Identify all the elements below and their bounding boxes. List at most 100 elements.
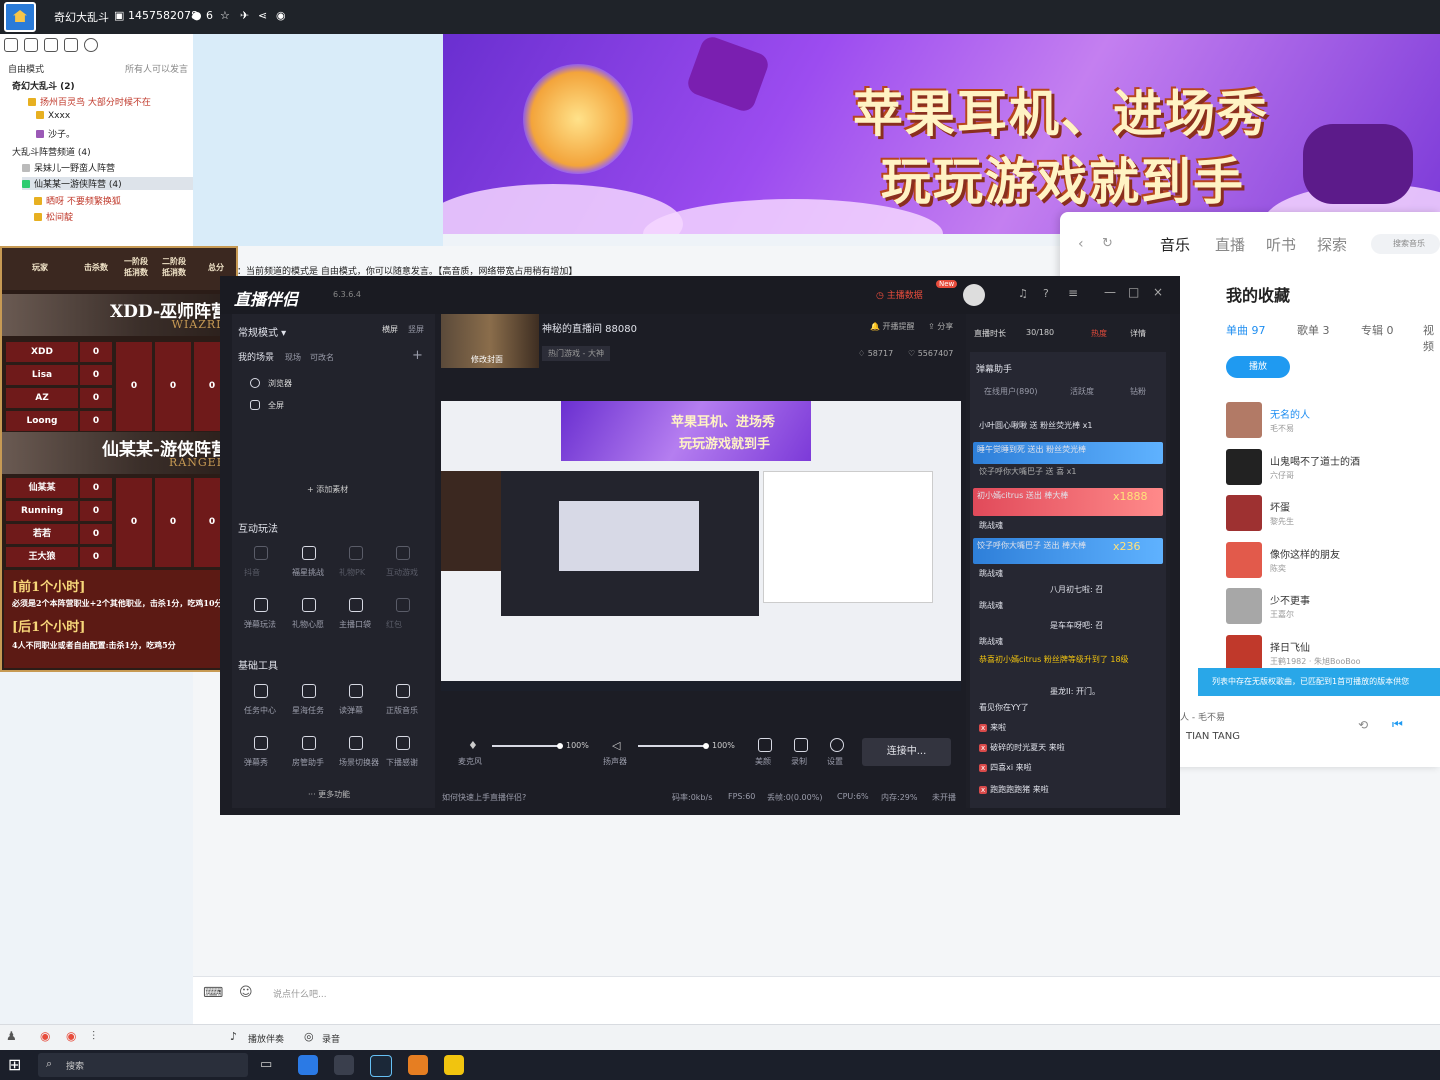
windows-start-icon[interactable]: ⊞ (8, 1055, 28, 1075)
record-button[interactable]: 录音 (322, 1032, 340, 1045)
song-item[interactable]: 少不更事 王嘉尔 (1226, 588, 1436, 628)
tree-subchannel[interactable]: 呆妹儿一野蛮人阵营 (22, 161, 115, 174)
speaker-slider-knob[interactable] (703, 743, 709, 749)
plane-icon[interactable]: ✈ (240, 9, 249, 22)
settings-icon[interactable] (830, 738, 844, 752)
person-icon[interactable] (4, 38, 18, 52)
location-icon[interactable] (44, 38, 58, 52)
mic-slider-knob[interactable] (557, 743, 563, 749)
subtab-videos[interactable]: 视频 (1423, 322, 1440, 354)
tool-item[interactable]: 场景切换器 (339, 757, 379, 768)
details-button[interactable]: 详情 (1130, 328, 1146, 339)
tab-explore[interactable]: 探索 (1317, 234, 1347, 255)
quick-start-hint[interactable]: 如何快速上手直播伴侣? (442, 792, 526, 803)
streamer-app-icon[interactable] (408, 1055, 428, 1075)
subtab-songs[interactable]: 单曲 97 (1226, 322, 1266, 338)
refresh-icon[interactable]: ↻ (1102, 236, 1113, 251)
source-fullscreen[interactable]: 全屏 (268, 400, 284, 411)
tab-music[interactable]: 音乐 (1160, 234, 1190, 255)
mixer-icon[interactable]: ⫶ (92, 1029, 95, 1044)
tool-item[interactable]: 弹幕秀 (244, 757, 268, 768)
share-icon[interactable]: ⋖ (258, 9, 267, 22)
taskbar-search[interactable]: ⌕ 搜索 (38, 1053, 248, 1077)
tree-user[interactable]: Xxxx (36, 111, 70, 121)
danmu-tab[interactable]: 活跃度 (1070, 386, 1094, 397)
tool-item[interactable]: 任务中心 (244, 705, 276, 716)
interactive-item[interactable]: 红包 (386, 619, 402, 630)
yy-app-icon[interactable] (444, 1055, 464, 1075)
tree-user[interactable]: 扬州百灵鸟 大部分时候不在 (28, 95, 151, 108)
tree-subchannel[interactable]: 大乱斗阵营频道 (4) (12, 145, 91, 158)
steam-icon[interactable] (370, 1055, 392, 1077)
speaker-icon[interactable]: ◁ (612, 739, 620, 752)
maximize-icon[interactable]: □ (1128, 285, 1139, 299)
help-icon[interactable]: ? (1043, 287, 1049, 300)
tab-live[interactable]: 直播 (1215, 234, 1245, 255)
interactive-item[interactable]: 礼物心愿 (292, 619, 324, 630)
mic-mute-icon[interactable]: ◉ (66, 1029, 76, 1043)
mic-slider[interactable] (492, 745, 560, 747)
scene-tab[interactable]: 现场 (285, 352, 301, 363)
record-icon[interactable] (794, 738, 808, 752)
emoji-icon[interactable]: ☺ (239, 985, 253, 1000)
list-icon[interactable] (64, 38, 78, 52)
room-title[interactable]: 神秘的直播间 88080 (542, 320, 637, 335)
search-icon[interactable] (84, 38, 98, 52)
add-scene-icon[interactable]: + (412, 348, 423, 363)
task-view-icon[interactable]: ▭ (260, 1055, 280, 1075)
subtab-playlists[interactable]: 歌单 3 (1297, 322, 1330, 338)
mic-icon[interactable]: ♦ (468, 739, 478, 752)
danmu-tab[interactable]: 在线用户(890) (984, 386, 1038, 397)
song-item[interactable]: 坏蛋 黎先生 (1226, 495, 1436, 535)
connect-button[interactable]: 连接中... (862, 738, 951, 766)
interactive-item[interactable]: 主播口袋 (339, 619, 371, 630)
play-all-button[interactable]: 播放 (1226, 356, 1290, 378)
tool-item[interactable]: 读弹幕 (339, 705, 363, 716)
song-item[interactable]: 山鬼喝不了道士的酒 六仔哥 (1226, 449, 1436, 489)
tree-user[interactable]: 松间靛 (34, 210, 73, 223)
landscape-toggle[interactable]: 横屏 (382, 324, 398, 335)
song-item[interactable]: 像你这样的朋友 陈奕 (1226, 542, 1436, 582)
add-material-button[interactable]: + 添加素材 (307, 484, 348, 495)
scene-tab[interactable]: 可改名 (310, 352, 334, 363)
interactive-item[interactable]: 抖音 (244, 567, 260, 578)
stream-preview[interactable]: 苹果耳机、进场秀 玩玩游戏就到手 (441, 401, 961, 691)
chat-input[interactable]: 说点什么吧... (273, 987, 327, 1000)
headset-icon[interactable]: ♫ (1018, 287, 1028, 300)
speaker-slider[interactable] (638, 745, 706, 747)
tree-channel-root[interactable]: 奇幻大乱斗 (2) (12, 79, 75, 92)
close-icon[interactable]: × (1153, 285, 1163, 299)
source-browser[interactable]: 浏览器 (268, 378, 292, 389)
speaker-mute-icon[interactable]: ◉ (40, 1029, 50, 1043)
minimize-icon[interactable]: — (1104, 285, 1116, 299)
interactive-item[interactable]: 福星挑战 (292, 567, 324, 578)
tool-item[interactable]: 房管助手 (292, 757, 324, 768)
beauty-icon[interactable] (758, 738, 772, 752)
live-data-button[interactable]: ◷ 主播数据 (876, 288, 923, 301)
room-cover[interactable]: 修改封面 (441, 314, 539, 368)
tool-item[interactable]: 下播感谢 (386, 757, 418, 768)
danmu-tab[interactable]: 钻粉 (1130, 386, 1146, 397)
more-features-button[interactable]: ··· 更多功能 (308, 789, 350, 800)
open-remind-button[interactable]: 🔔 开播提醒 (870, 321, 915, 332)
tool-item[interactable]: 星海任务 (292, 705, 324, 716)
prev-icon[interactable]: ⏮ (1392, 717, 1403, 732)
back-icon[interactable]: ‹ (1078, 236, 1084, 252)
tool-item[interactable]: 正版音乐 (386, 705, 418, 716)
shield-icon[interactable]: ◉ (276, 9, 286, 22)
interactive-item[interactable]: 互动游戏 (386, 567, 418, 578)
tree-user[interactable]: 沙子。 (36, 127, 75, 140)
subtab-albums[interactable]: 专辑 0 (1361, 322, 1394, 338)
avatar[interactable] (963, 284, 985, 306)
music-search-input[interactable]: 搜索音乐 (1371, 234, 1440, 254)
tree-subchannel-selected[interactable]: 仙某某一游侠阵营 (4) (22, 177, 198, 190)
tree-user[interactable]: 晒呀 不要频繁换狐 (34, 194, 121, 207)
user-avatar-icon[interactable]: ♟ (6, 1029, 17, 1043)
interactive-item[interactable]: 弹幕玩法 (244, 619, 276, 630)
share-button[interactable]: ⇪ 分享 (928, 321, 953, 332)
interactive-item[interactable]: 礼物PK (339, 567, 365, 578)
plane-app-icon[interactable] (334, 1055, 354, 1075)
app-k-icon[interactable] (298, 1055, 318, 1075)
gamepad-icon[interactable]: ⌨ (203, 985, 223, 1001)
loop-icon[interactable]: ⟲ (1358, 718, 1368, 732)
